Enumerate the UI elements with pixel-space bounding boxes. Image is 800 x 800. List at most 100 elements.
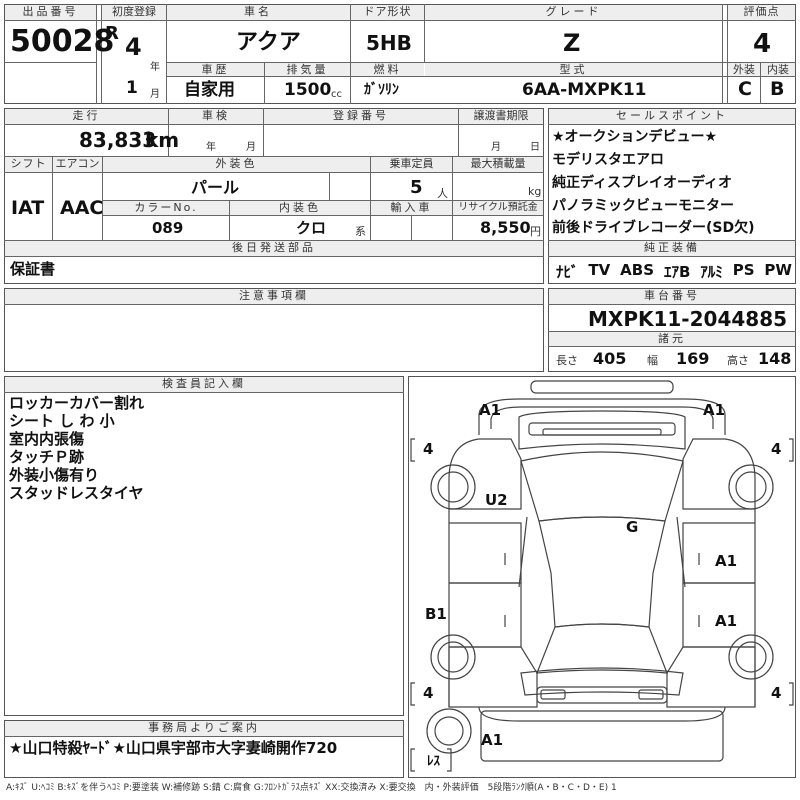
fuel-value: ｶﾞｿﾘﾝ — [364, 82, 399, 98]
grade-label: グレード — [425, 5, 722, 20]
legend-text: A:ｷｽﾞ U:ﾍｺﾐ B:ｷｽﾞを伴うﾍｺﾐ P:要塗装 W:補修跡 S:錆 … — [6, 783, 617, 793]
car-name-label: 車名 — [166, 5, 350, 20]
inspection-year-unit: 年 — [206, 142, 216, 153]
lot-number: 50028 — [10, 24, 115, 59]
roof-shape — [538, 516, 666, 628]
side-body-shape — [448, 509, 756, 707]
length-label: 長さ — [556, 354, 578, 367]
mark-roof: G — [626, 518, 639, 536]
displacement-value: 1500 — [284, 80, 332, 100]
import-label: 輸入車 — [371, 201, 452, 215]
score-label: 評価点 — [728, 5, 795, 20]
mark-right-rear-door: A1 — [715, 612, 738, 630]
height-value: 148 — [758, 349, 792, 368]
month-unit: 月 — [150, 89, 160, 100]
capacity-value: 5 — [410, 177, 423, 198]
inspector-line: スタッドレスタイヤ — [9, 484, 144, 502]
history-label: 車歴 — [167, 63, 264, 76]
equipment-item: ｴｱB — [663, 263, 691, 281]
shift-label: シフト — [5, 157, 52, 172]
spare-tire-inner-shape — [434, 716, 464, 746]
rear-door-shape — [449, 582, 755, 648]
mileage-label: 走行 — [5, 109, 168, 124]
interior-color: クロ — [296, 219, 327, 237]
equipment-list: ﾅﾋﾞ TV ABS ｴｱB ｱﾙﾐ PS PW — [556, 261, 792, 281]
aircon-label: エアコン — [53, 157, 102, 172]
interior-color-label: 内装色 — [230, 201, 370, 215]
rear-panel-shape — [478, 706, 726, 722]
later-parts-value: 保証書 — [10, 260, 56, 278]
inspector-line: ロッカーカバー割れ — [9, 394, 145, 412]
fuel-label: 燃料 — [351, 63, 424, 76]
width-value: 169 — [676, 349, 710, 368]
inspector-line: シート し わ 小 — [9, 412, 115, 430]
aircon-value: AAC — [60, 197, 104, 219]
recycle-unit: 円 — [530, 225, 541, 238]
displacement-label: 排気量 — [265, 63, 350, 76]
equipment-item: PW — [764, 261, 792, 279]
door-type: 5HB — [366, 31, 412, 55]
exterior-grade-label: 外装 — [728, 63, 760, 76]
front-bumper-shape — [530, 380, 674, 394]
mark-tire-front-left: 4 — [423, 440, 434, 458]
equipment-item: TV — [588, 261, 611, 279]
inspector-line: 外装小傷有り — [9, 466, 100, 484]
a-pillar-shape — [518, 516, 686, 588]
tire-front-right-inner-shape — [735, 471, 767, 503]
rear-window-shape — [536, 623, 668, 674]
color-no-label: カラーNo. — [103, 201, 229, 215]
era-indicator: R — [105, 23, 119, 44]
sales-point-item: パノラミックビューモニター — [552, 198, 734, 214]
capacity-label: 乗車定員 — [371, 157, 452, 172]
history-value: 自家用 — [184, 80, 235, 100]
interior-grade-label: 内装 — [761, 63, 795, 76]
tail-lamp-right-shape — [638, 689, 664, 700]
year-unit: 年 — [150, 62, 160, 73]
inspector-line: 室内内張傷 — [9, 430, 85, 448]
height-label: 高さ — [727, 354, 749, 367]
sales-point-item: 純正ディスプレイオーディオ — [552, 175, 733, 191]
mark-left-rear-door: B1 — [425, 605, 447, 623]
registration-year: 4 — [125, 33, 142, 61]
recycle-value: 8,550 — [480, 218, 531, 237]
sales-point-item: ★オークションデビュー★ — [552, 129, 718, 145]
inspection-month-unit: 月 — [246, 142, 256, 153]
later-parts-label: 後日発送部品 — [5, 241, 543, 256]
sales-point-item: モデリスタエアロ — [552, 152, 664, 168]
specs-label: 諸元 — [549, 332, 795, 346]
mark-tire-rear-left: 4 — [423, 684, 434, 702]
exterior-color-label: 外装色 — [103, 157, 370, 172]
exterior-grade: C — [738, 78, 752, 100]
max-load-label: 最大積載量 — [453, 157, 543, 172]
mark-tire-front-right: 4 — [771, 440, 782, 458]
recycle-label: リサイクル預託金 — [453, 201, 543, 215]
transfer-month-unit: 月 — [491, 142, 501, 153]
inspector-line: タッチＰ跡 — [9, 448, 85, 466]
front-panel-shape — [478, 398, 726, 435]
notes-label: 注意事項欄 — [5, 289, 543, 304]
color-number: 089 — [152, 219, 184, 237]
door-type-label: ドア形状 — [351, 5, 424, 20]
model-code-label: 型式 — [425, 63, 722, 76]
chassis-label: 車台番号 — [549, 289, 795, 304]
transfer-day-unit: 日 — [530, 142, 540, 153]
interior-color-suffix: 系 — [355, 225, 366, 238]
capacity-unit: 人 — [437, 187, 448, 200]
mark-rear: A1 — [481, 731, 504, 749]
damage-diagram-panel: A1 A1 4 4 U2 G A1 B1 A1 4 4 A1 ﾚｽ — [408, 376, 796, 778]
model-code: 6AA-MXPK11 — [522, 80, 647, 100]
score-value: 4 — [753, 29, 772, 59]
width-label: 幅 — [647, 354, 658, 367]
office-message: ★山口特殺ﾔｰﾄﾞ★山口県宇部市大字妻崎開作720 — [9, 739, 338, 757]
front-door-shape — [449, 522, 755, 584]
mileage-unit: km — [145, 128, 180, 152]
equipment-item: PS — [732, 261, 755, 279]
inspector-label: 検査員記入欄 — [5, 377, 403, 392]
registration-number-label: 登録番号 — [264, 109, 458, 124]
interior-grade: B — [770, 78, 785, 100]
length-value: 405 — [593, 349, 627, 368]
car-name: アクア — [236, 30, 301, 55]
chassis-number: MXPK11-2044885 — [588, 307, 788, 331]
displacement-unit: cc — [331, 89, 342, 100]
cargo-floor-shape — [480, 710, 724, 762]
